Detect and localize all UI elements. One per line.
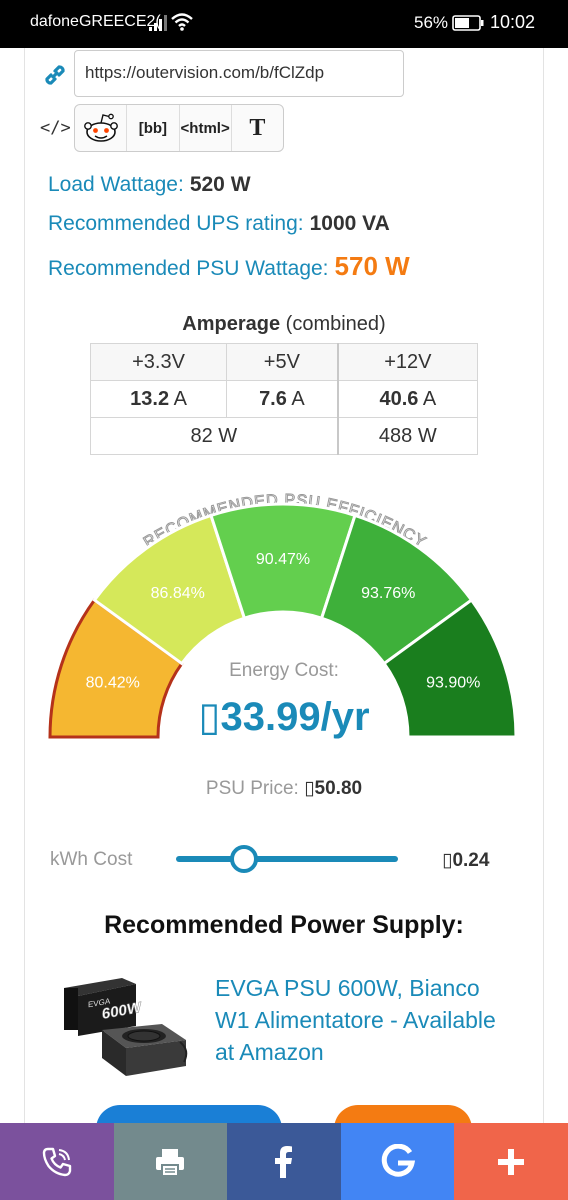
text-button[interactable]: T xyxy=(232,105,283,151)
gauge-segment-label: 93.76% xyxy=(361,585,415,602)
ups-rating-value: 1000 VA xyxy=(309,212,390,235)
header-12v: +12V xyxy=(337,343,478,381)
reddit-button[interactable] xyxy=(75,105,128,151)
bbcode-button[interactable]: [bb] xyxy=(127,105,180,151)
reddit-icon xyxy=(83,113,118,142)
wifi-icon xyxy=(171,13,193,31)
psu-price: PSU Price: ▯50.80 xyxy=(205,778,363,799)
psu-price-value: ▯50.80 xyxy=(304,778,363,799)
gauge-segment-label: 86.84% xyxy=(151,585,205,602)
energy-cost-value: ▯33.99/yr xyxy=(198,695,370,739)
kwh-cost-slider[interactable] xyxy=(176,842,398,876)
psu-wattage-label: Recommended PSU Wattage: xyxy=(48,257,329,280)
gauge-segment-label: 90.47% xyxy=(256,551,310,568)
ups-rating-label: Recommended UPS rating: xyxy=(48,212,304,235)
slider-track[interactable] xyxy=(176,856,398,862)
print-icon xyxy=(156,1148,185,1177)
watts-3v3-5v: 82 W xyxy=(89,417,339,455)
ups-rating-row: Recommended UPS rating: 1000 VA xyxy=(48,212,390,236)
html-button[interactable]: <html> xyxy=(180,105,232,151)
product-image[interactable]: EVGA 600W xyxy=(62,970,192,1080)
amperage-table: +3.3V +5V +12V 13.2 A 7.6 A 40.6 A 82 W … xyxy=(89,343,478,455)
code-icon: </> xyxy=(40,118,71,138)
battery-percent: 56% xyxy=(414,13,449,32)
amps-3v3: 13.2 A xyxy=(89,380,228,418)
print-share-button[interactable] xyxy=(113,1123,228,1200)
more-share-button[interactable] xyxy=(454,1123,568,1200)
carrier-label: dafoneGREECE2( xyxy=(30,13,161,30)
facebook-icon xyxy=(274,1145,292,1178)
phone-icon xyxy=(42,1147,71,1176)
slider-thumb[interactable] xyxy=(230,845,259,873)
amperage-title: Amperage (combined) xyxy=(182,313,386,335)
viber-share-button[interactable] xyxy=(0,1123,114,1200)
google-share-button[interactable] xyxy=(340,1123,455,1200)
amps-5v: 7.6 A xyxy=(226,380,339,418)
share-url-field[interactable]: https://outervision.com/b/fClZdp xyxy=(74,50,404,97)
load-wattage-value: 520 W xyxy=(189,173,251,196)
product-link[interactable]: EVGA PSU 600W, Bianco W1 Alimentatore - … xyxy=(215,972,515,1068)
clock: 10:02 xyxy=(490,12,536,32)
watts-12v: 488 W xyxy=(337,417,478,455)
kwh-cost-label: kWh Cost xyxy=(50,849,133,870)
plus-icon xyxy=(498,1148,525,1175)
amps-12v: 40.6 A xyxy=(337,380,478,418)
facebook-share-button[interactable] xyxy=(227,1123,341,1200)
load-wattage-row: Load Wattage: 520 W xyxy=(48,173,251,197)
battery-icon xyxy=(452,15,484,31)
energy-cost-label: Energy Cost: xyxy=(229,660,339,681)
embed-button-group: [bb] <html> T xyxy=(74,104,284,152)
header-5v: +5V xyxy=(226,343,339,381)
link-icon[interactable] xyxy=(42,62,68,88)
share-bar xyxy=(0,1123,568,1200)
google-icon xyxy=(381,1143,415,1177)
psu-wattage-value: 570 W xyxy=(334,251,410,281)
kwh-cost-value: ▯0.24 xyxy=(442,850,490,871)
header-3v3: +3.3V xyxy=(89,343,228,381)
psu-wattage-row: Recommended PSU Wattage: 570 W xyxy=(48,251,410,282)
load-wattage-label: Load Wattage: xyxy=(48,173,184,196)
status-bar: dafoneGREECE2( 56% 10:02 xyxy=(0,0,568,48)
signal-icon xyxy=(149,15,167,31)
recommended-psu-title: Recommended Power Supply: xyxy=(104,911,464,939)
